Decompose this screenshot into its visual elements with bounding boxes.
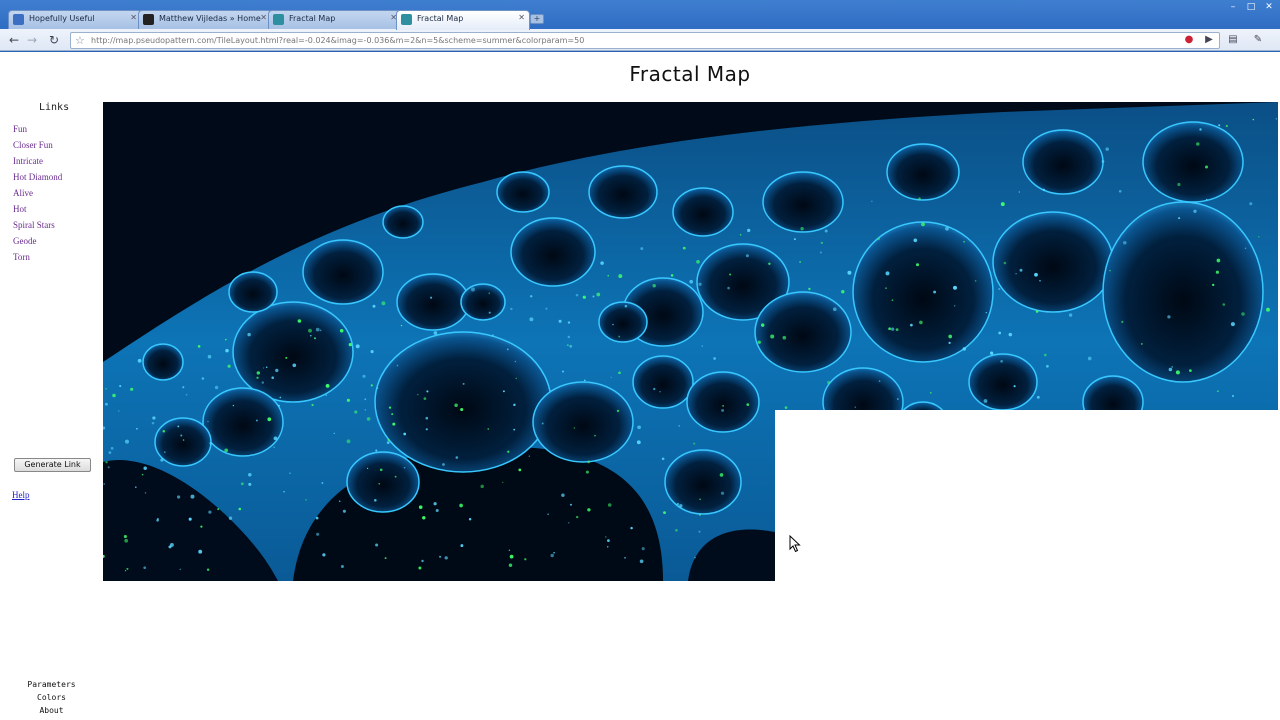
extension-icon[interactable]: ●	[1181, 32, 1197, 48]
generate-link-button[interactable]: Generate Link	[14, 458, 91, 472]
address-bar[interactable]: ☆ http://map.pseudopattern.com/TileLayou…	[70, 32, 1220, 49]
browser-chrome: Hopefully Useful ✕ Matthew Vijledas » Ho…	[0, 0, 1280, 52]
link-closer-fun[interactable]: Closer Fun	[13, 137, 62, 153]
unrendered-tile	[775, 410, 1278, 581]
close-icon[interactable]: ✕	[260, 13, 267, 22]
link-fun[interactable]: Fun	[13, 121, 62, 137]
new-tab-button[interactable]: +	[530, 14, 544, 24]
window-close-icon[interactable]: ✕	[1262, 2, 1276, 13]
minimize-icon[interactable]: –	[1226, 2, 1240, 13]
link-geode[interactable]: Geode	[13, 233, 62, 249]
link-spiral-stars[interactable]: Spiral Stars	[13, 217, 62, 233]
close-icon[interactable]: ✕	[130, 13, 137, 22]
page-menu-icon[interactable]: ▤	[1225, 32, 1241, 48]
page-title: Fractal Map	[629, 62, 751, 86]
url-text: http://map.pseudopattern.com/TileLayout.…	[91, 36, 585, 45]
link-torn[interactable]: Torn	[13, 249, 62, 265]
tab-matthew-home[interactable]: Matthew Vijledas » Home ✕	[138, 10, 272, 29]
reload-icon[interactable]: ↻	[46, 32, 62, 48]
forward-icon[interactable]: →	[24, 32, 40, 48]
tab-hopefully-useful[interactable]: Hopefully Useful ✕	[8, 10, 142, 29]
tab-favicon-icon	[143, 14, 154, 25]
mouse-cursor-icon	[789, 535, 801, 553]
parameters-link[interactable]: Parameters	[0, 678, 103, 691]
tab-favicon-icon	[13, 14, 24, 25]
tab-favicon-icon	[401, 14, 412, 25]
link-hot[interactable]: Hot	[13, 201, 62, 217]
tab-title: Matthew Vijledas » Home	[159, 14, 261, 23]
tab-title: Fractal Map	[289, 14, 336, 23]
fractal-image	[103, 102, 1278, 581]
back-icon[interactable]: ←	[6, 32, 22, 48]
link-hot-diamond[interactable]: Hot Diamond	[13, 169, 62, 185]
close-icon[interactable]: ✕	[518, 13, 525, 22]
about-link[interactable]: About	[0, 704, 103, 717]
page: Fractal Map Links Fun Closer Fun Intrica…	[0, 52, 1280, 720]
wrench-icon[interactable]: ✎	[1250, 32, 1266, 48]
tab-strip: Hopefully Useful ✕ Matthew Vijledas » Ho…	[0, 0, 1280, 30]
help-link[interactable]: Help	[12, 490, 30, 500]
tab-title: Hopefully Useful	[29, 14, 95, 23]
colors-link[interactable]: Colors	[0, 691, 103, 704]
browser-toolbar: ← → ↻ ☆ http://map.pseudopattern.com/Til…	[0, 29, 1280, 51]
fractal-map-canvas[interactable]	[103, 102, 1278, 581]
bottom-menu: Parameters Colors About	[0, 678, 103, 717]
maximize-icon[interactable]: □	[1244, 2, 1258, 13]
tab-fractal-map[interactable]: Fractal Map ✕	[268, 10, 402, 29]
tab-title: Fractal Map	[417, 14, 464, 23]
play-icon[interactable]: ▶	[1201, 32, 1217, 48]
link-list: Fun Closer Fun Intricate Hot Diamond Ali…	[13, 121, 62, 265]
links-heading: Links	[39, 102, 70, 113]
link-alive[interactable]: Alive	[13, 185, 62, 201]
tab-favicon-icon	[273, 14, 284, 25]
tab-fractal-map-active[interactable]: Fractal Map ✕	[396, 10, 530, 30]
link-intricate[interactable]: Intricate	[13, 153, 62, 169]
bookmark-star-icon[interactable]: ☆	[75, 33, 85, 48]
